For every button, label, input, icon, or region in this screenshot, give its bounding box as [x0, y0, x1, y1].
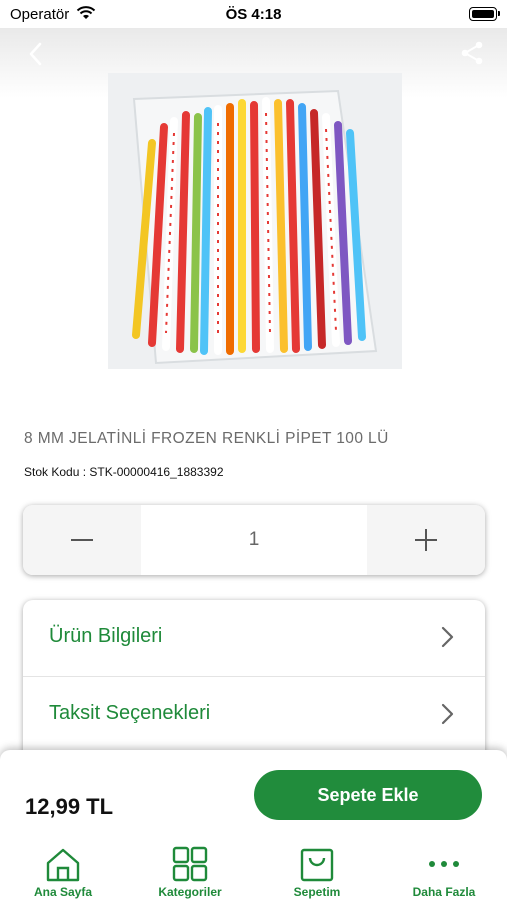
tab-more[interactable]: Daha Fazla	[381, 840, 507, 900]
tab-bar: Ana Sayfa Kategoriler Sepetim Daha Fazla	[0, 840, 507, 900]
tab-more-label: Daha Fazla	[412, 885, 476, 899]
back-button[interactable]	[22, 40, 50, 68]
status-bar: Operatör ÖS 4:18	[0, 0, 507, 28]
add-to-cart-button[interactable]: Sepete Ekle	[254, 770, 482, 820]
tab-categories-label: Kategoriler	[158, 885, 222, 899]
bag-icon	[300, 848, 334, 882]
battery-icon	[469, 7, 500, 21]
tab-categories[interactable]: Kategoriler	[127, 840, 253, 900]
tab-home[interactable]: Ana Sayfa	[0, 840, 126, 900]
product-title: 8 MM JELATİNLİ FROZEN RENKLİ PİPET 100 L…	[24, 430, 389, 447]
product-hero	[0, 28, 507, 388]
price-bar: 12,99 TL Sepete Ekle	[0, 750, 507, 840]
grid-icon	[172, 846, 208, 882]
tab-cart[interactable]: Sepetim	[254, 840, 380, 900]
product-info-label: Ürün Bilgileri	[49, 625, 163, 647]
product-info-row[interactable]: Ürün Bilgileri	[23, 600, 485, 677]
installment-options-row[interactable]: Taksit Seçenekleri	[23, 677, 485, 753]
share-icon	[461, 41, 483, 65]
share-button[interactable]	[459, 40, 485, 66]
more-icon	[429, 861, 459, 867]
decrease-quantity-button[interactable]	[23, 505, 141, 575]
increase-quantity-button[interactable]	[367, 505, 485, 575]
clock: ÖS 4:18	[225, 6, 282, 23]
installment-options-label: Taksit Seçenekleri	[49, 702, 211, 724]
product-sku: Stok Kodu : STK-00000416_1883392	[24, 465, 224, 479]
home-icon	[46, 848, 80, 882]
product-info-card: Ürün Bilgileri Taksit Seçenekleri	[23, 600, 485, 770]
product-image	[108, 73, 402, 369]
chevron-right-icon	[441, 626, 454, 648]
quantity-value[interactable]: 1	[141, 505, 367, 575]
product-price: 12,99 TL	[25, 794, 114, 819]
tab-home-label: Ana Sayfa	[33, 885, 93, 899]
tab-cart-label: Sepetim	[293, 885, 341, 899]
quantity-stepper: 1	[23, 505, 485, 575]
chevron-right-icon	[441, 703, 454, 725]
chevron-left-icon	[29, 42, 42, 66]
